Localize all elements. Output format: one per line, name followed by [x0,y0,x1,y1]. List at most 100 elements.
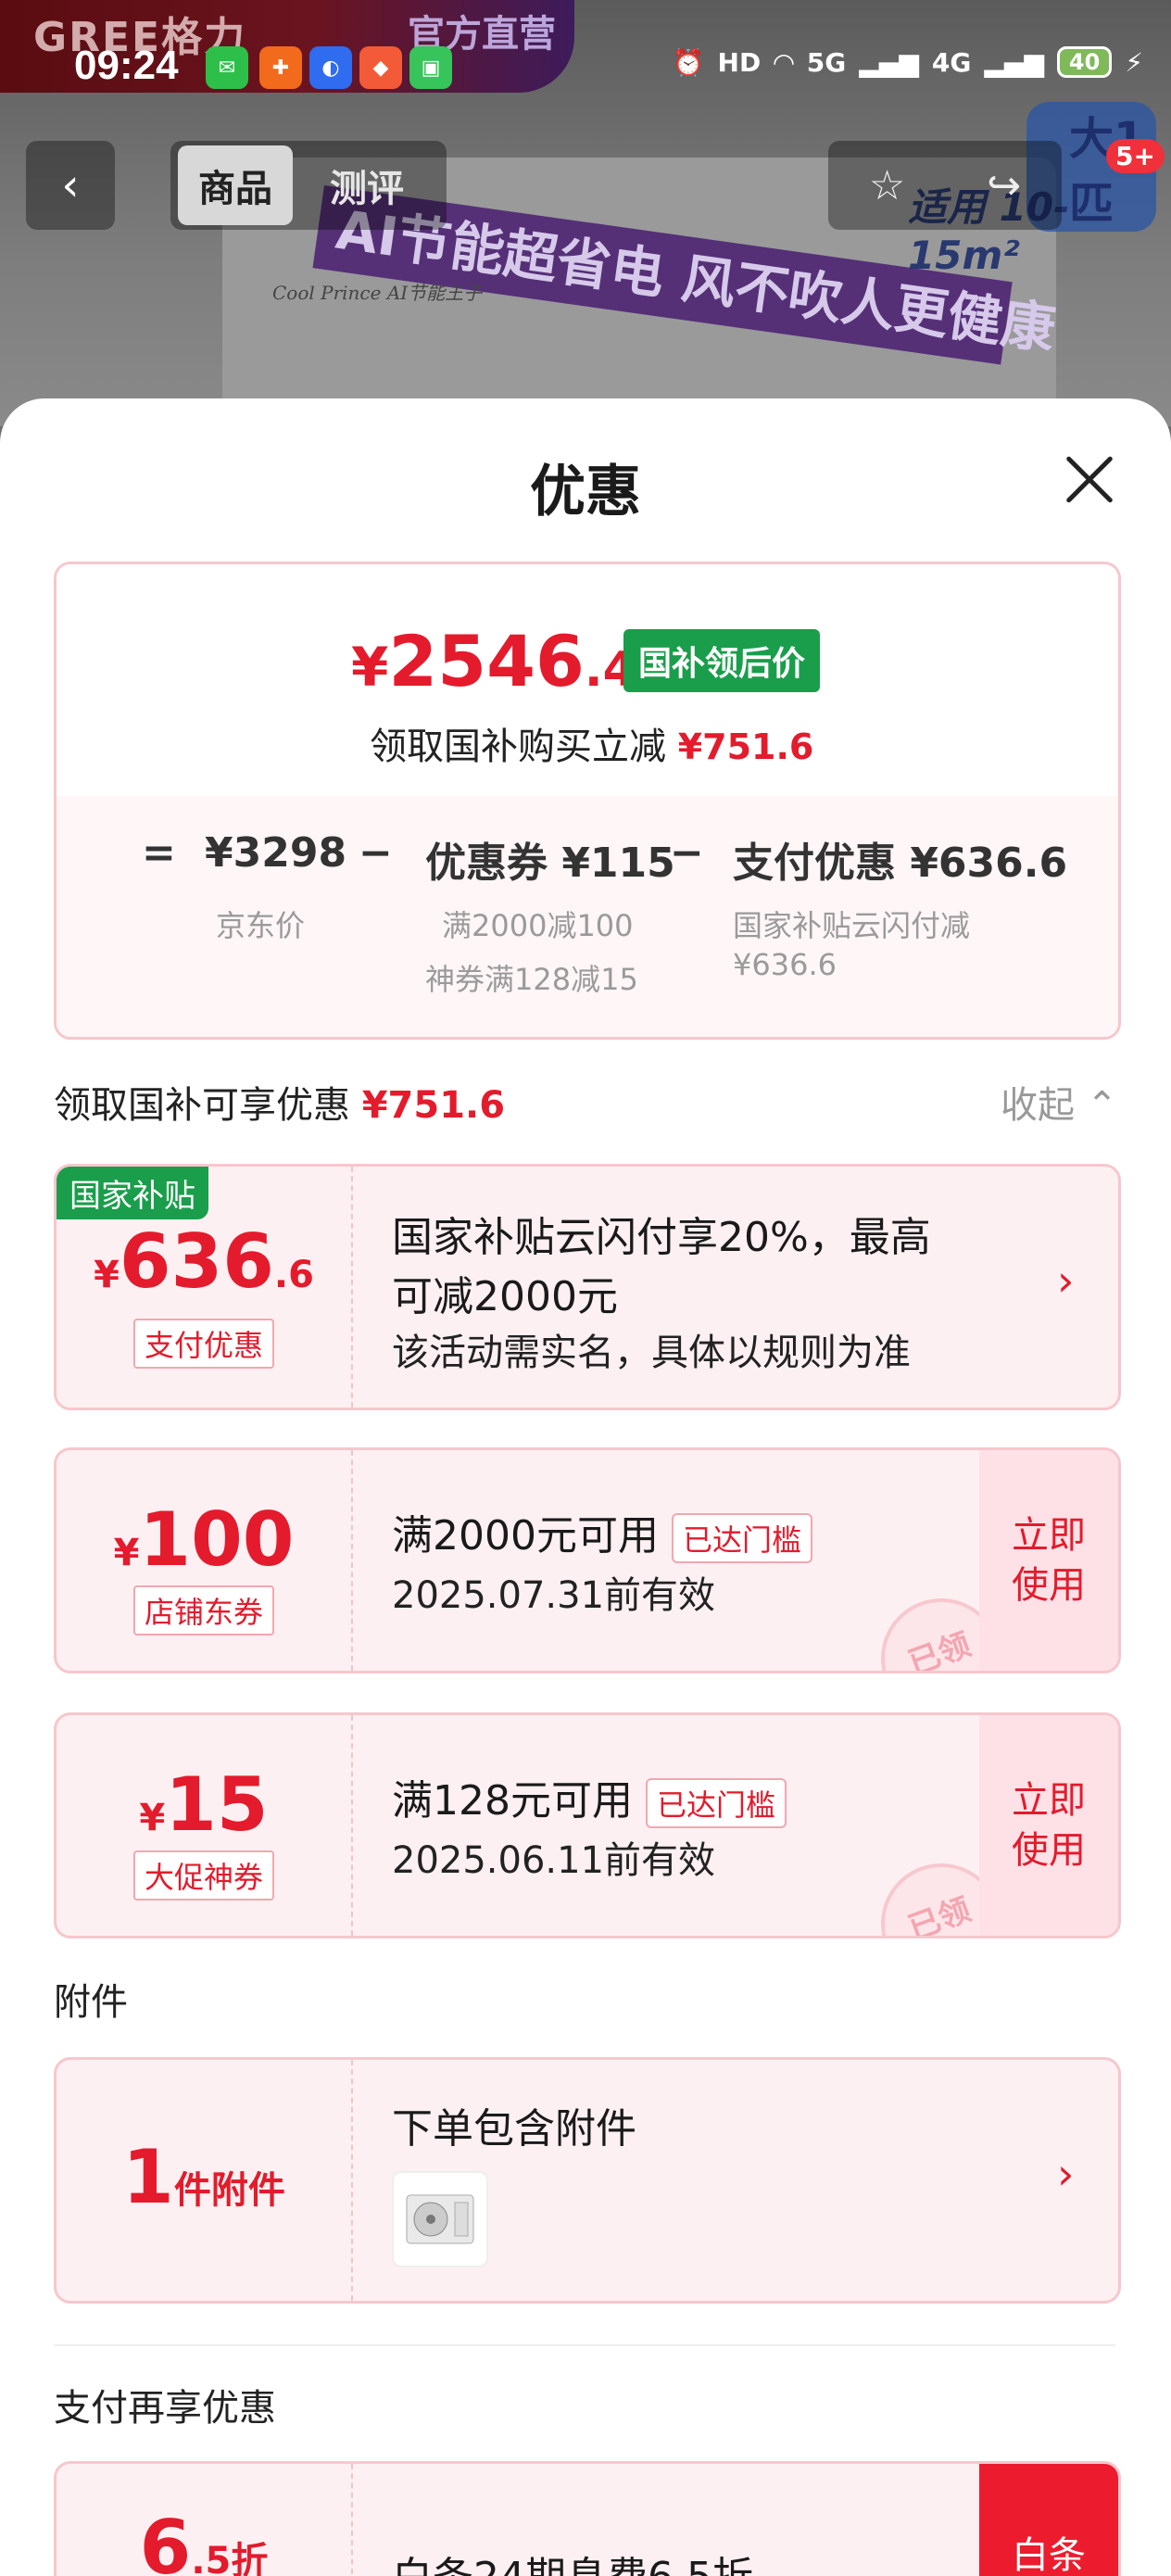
status-bar: 09:24 ✉ ✚ ◐ ◆ ▣ ⏰ HD ◠ 5G ▂▄▆ 4G ▂▄▆ 40 … [0,33,1171,104]
collapse-toggle[interactable]: 收起 ⌃ [1001,1075,1117,1129]
alarm-icon: ⏰ [672,46,705,78]
favorite-star-icon[interactable]: ☆ [869,162,905,209]
gov-section-label: 领取国补可享优惠 [54,1084,350,1127]
store-coupon-card: ¥100 店铺东券 满2000元可用 已达门槛 2025.07.31前有效 已领 … [54,1447,1121,1673]
share-icon[interactable]: ↪ [987,162,1021,209]
charging-icon: ⚡ [1125,46,1143,78]
pay-discount-unit: .5折 [191,2540,269,2576]
status-icons: ⏰ HD ◠ 5G ▂▄▆ 4G ▂▄▆ 40 ⚡ [673,46,1143,78]
card-type-chip: 店铺东券 [132,1585,275,1635]
back-button[interactable]: ‹ [26,141,115,230]
wechat-icon: ✉ [206,46,248,89]
equals-sign: = [142,829,176,877]
xiaohongshu-icon: ◆ [359,46,402,89]
card-title-line2: 可减2000元 [392,1273,618,1320]
card-amount-int: 636 [119,1219,274,1305]
price-breakdown: = ¥3298 − 优惠券 ¥115 − 支付优惠 ¥636.6 京东价 满20… [57,796,1118,1037]
card-title: 国家补贴云闪付享20%，最高 [392,1214,931,1261]
use-now-label: 立即使用 [1012,1514,1086,1607]
chevron-right-icon: › [1057,2149,1075,2199]
pay-note-2: ¥636.6 [733,947,837,982]
pay-section-header: 支付再享优惠 [54,2387,276,2430]
promo-coupon-card: ¥15 大促神券 满128元可用 已达门槛 2025.06.11前有效 已领 立即… [54,1712,1121,1938]
savings-text: 领取国补购买立减 [370,726,666,768]
minus-sign: − [359,829,393,877]
pay-discount-title: 白条24期息费6.5折 [392,2544,753,2576]
mini-app-icon: ▣ [409,46,452,89]
pay-discount-int: 6 [139,2505,192,2576]
price-summary-top: ¥2546.4 国补领后价 领取国补购买立减 ¥751.6 [57,564,1118,796]
collapse-label: 收起 [1001,1084,1075,1127]
card-expiry: 2025.06.11前有效 [392,1839,716,1882]
minus-sign-2: − [670,829,704,877]
status-time: 09:24 [74,43,179,88]
gov-subsidy-card[interactable]: ¥636.6 支付优惠 国家补贴 国家补贴云闪付享20%，最高 可减2000元 … [54,1164,1121,1410]
use-now-label: 立即使用 [1012,1779,1086,1872]
baitiao-card[interactable]: 6.5折 白条24期息费6.5折 白条 [54,2461,1121,2576]
accessory-title: 下单包含附件 [392,2105,636,2153]
accessory-count-unit: 件附件 [173,2169,285,2212]
gov-section-header: 领取国补可享优惠 ¥751.6 [54,1075,505,1129]
network-4g: 4G [931,46,972,78]
price-summary: ¥2546.4 国补领后价 领取国补购买立减 ¥751.6 = ¥3298 − … [54,562,1121,1040]
card-amount-int: 15 [165,1762,269,1848]
use-now-button[interactable]: 立即使用 [979,1715,1118,1936]
accessory-card[interactable]: 1件附件 下单包含附件 › [54,2057,1121,2304]
coupon-total: 优惠券 ¥115 [425,840,675,887]
network-5g: 5G [806,46,847,78]
accessory-count: 1件附件 [57,2134,351,2220]
card-amount: ¥15 [57,1762,351,1848]
jd-price: ¥3298 [205,829,347,877]
gov-subsidy-tag: 国家补贴 [57,1167,208,1219]
card-amount-block: ¥15 大促神券 [57,1715,353,1936]
signal-icon: ▂▄▆ [859,46,919,78]
final-price: ¥2546.4 [351,620,636,702]
hd-icon: HD [717,46,762,78]
savings-amount: ¥751.6 [677,726,814,767]
product-model-label: Cool Prince AI节能王子 [272,282,483,304]
savings-line: 领取国补购买立减 ¥751.6 [370,716,813,770]
card-expiry: 2025.07.31前有效 [392,1574,716,1617]
use-now-button[interactable]: 立即使用 [979,1450,1118,1671]
pay-note-1: 国家补贴云闪付减 [733,908,971,943]
card-amount: ¥636.6 [57,1219,351,1305]
gov-price-tag: 国补领后价 [623,629,821,692]
card-rule: 该活动需实名，具体以规则为准 [392,1332,911,1374]
discount-sheet: 优惠 ¥2546.4 国补领后价 领取国补购买立减 ¥751.6 = ¥3298… [0,398,1171,2576]
chevron-up-icon: ⌃ [1086,1084,1118,1127]
coupon-note-1: 满2000减100 [442,908,634,943]
accessory-count-block: 1件附件 [57,2060,353,2301]
outdoor-unit-icon [406,2194,474,2244]
gov-section-amount: ¥751.6 [361,1084,506,1127]
tab-product[interactable]: 商品 [178,145,293,225]
chevron-left-icon: ‹ [61,159,80,211]
section-divider [54,2344,1115,2346]
card-title: 满2000元可用 已达门槛 [392,1502,812,1563]
close-button[interactable] [1056,447,1123,513]
card-threshold: 满128元可用 [392,1777,633,1825]
battery-icon: 40 [1056,46,1113,78]
pay-discount-amount: 6.5折 [57,2505,351,2576]
card-title: 满128元可用 已达门槛 [392,1767,787,1828]
accessory-section-header: 附件 [54,1981,128,2024]
card-yen: ¥ [94,1254,120,1296]
baitiao-button[interactable]: 白条 [979,2464,1118,2576]
baidu-icon: ◐ [309,46,352,89]
threshold-reached-badge: 已达门槛 [645,1778,787,1828]
outdoor-unit-thumbnail [392,2171,488,2267]
signal-icon-2: ▂▄▆ [984,46,1044,78]
card-yen: ¥ [139,1797,166,1839]
pay-discount-block: 6.5折 [57,2464,353,2576]
taobao-icon: ✚ [259,46,302,89]
coupon-note-2: 神券满128减15 [425,962,638,997]
card-threshold: 满2000元可用 [392,1512,659,1559]
chevron-right-icon: › [1057,1256,1075,1306]
product-tabs: 商品 测评 [170,141,447,230]
cart-count-badge: 5+ [1106,139,1165,173]
price-yen: ¥ [351,636,389,699]
card-amount-block: ¥100 店铺东券 [57,1450,353,1671]
sheet-title: 优惠 [530,460,641,524]
price-int: 2546 [388,620,585,702]
jd-price-note: 京东价 [216,908,306,943]
tab-review[interactable]: 测评 [309,145,424,225]
